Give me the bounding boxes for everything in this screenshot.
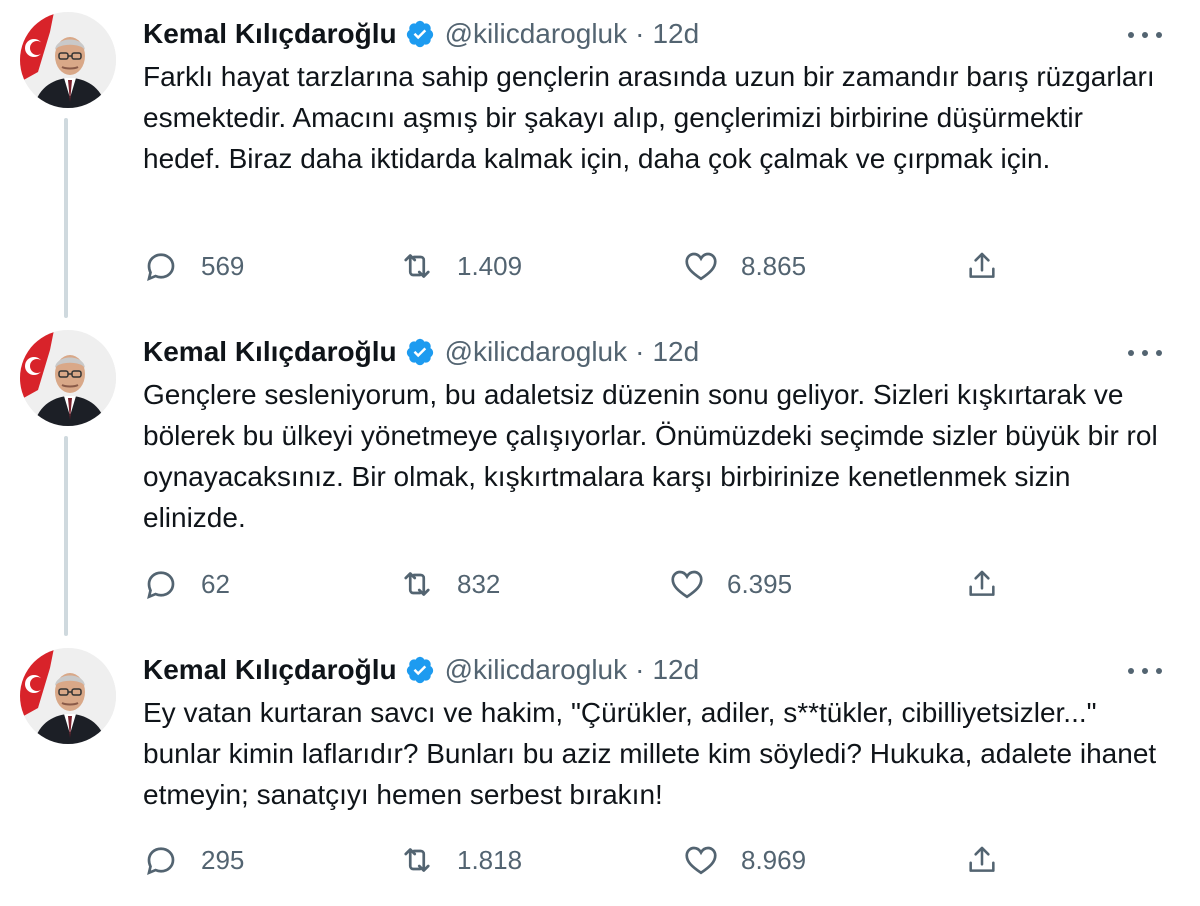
tweet-actions: 295 1.818 8.969 <box>143 840 1023 880</box>
like-icon <box>685 252 717 281</box>
reply-count: 295 <box>201 844 245 875</box>
more-options-icon[interactable] <box>1128 342 1162 362</box>
reply-count: 62 <box>201 568 230 599</box>
author-name[interactable]: Kemal Kılıçdaroğlu <box>143 336 397 368</box>
share-icon <box>969 252 995 278</box>
share-icon <box>969 846 995 872</box>
reply-icon <box>147 253 175 281</box>
reply-icon <box>147 847 175 875</box>
avatar[interactable] <box>20 12 116 108</box>
tweet-timestamp[interactable]: 12d <box>652 654 699 686</box>
like-count: 8.865 <box>741 250 807 281</box>
separator-dot: · <box>635 336 645 367</box>
retweet-count: 1.818 <box>457 844 523 875</box>
share-button[interactable] <box>965 246 999 286</box>
like-icon <box>685 846 717 875</box>
avatar[interactable] <box>20 330 116 426</box>
reply-button[interactable]: 569 <box>143 246 244 286</box>
tweet-text: Gençlere sesleniyorum, bu adaletsiz düze… <box>143 379 1158 533</box>
tweet-timestamp[interactable]: 12d <box>652 336 699 368</box>
like-count: 8.969 <box>741 844 807 875</box>
reply-icon <box>147 571 175 599</box>
reply-count: 569 <box>201 250 245 281</box>
tweet-header: Kemal Kılıçdaroğlu @kilicdarogluk · 12d <box>143 652 699 688</box>
retweet-button[interactable]: 832 <box>399 564 500 604</box>
author-handle[interactable]: @kilicdarogluk <box>445 336 628 368</box>
retweet-icon <box>404 254 430 278</box>
tweet-header: Kemal Kılıçdaroğlu @kilicdarogluk · 12d <box>143 334 699 370</box>
retweet-button[interactable]: 1.409 <box>399 246 522 286</box>
like-button[interactable]: 8.865 <box>683 246 806 286</box>
more-options-icon[interactable] <box>1128 24 1162 44</box>
tweet[interactable]: Kemal Kılıçdaroğlu @kilicdarogluk · 12d … <box>0 636 1200 906</box>
share-icon <box>969 570 995 596</box>
verified-badge-icon <box>405 655 435 685</box>
avatar[interactable] <box>20 648 116 744</box>
author-handle[interactable]: @kilicdarogluk <box>445 18 628 50</box>
tweet-header: Kemal Kılıçdaroğlu @kilicdarogluk · 12d <box>143 16 699 52</box>
verified-badge-icon <box>405 337 435 367</box>
author-name[interactable]: Kemal Kılıçdaroğlu <box>143 18 397 50</box>
share-button[interactable] <box>965 564 999 604</box>
tweet-actions: 62 832 6.395 <box>143 564 1023 604</box>
author-handle[interactable]: @kilicdarogluk <box>445 654 628 686</box>
like-button[interactable]: 8.969 <box>683 840 806 880</box>
like-icon <box>671 570 703 599</box>
reply-button[interactable]: 295 <box>143 840 244 880</box>
retweet-icon <box>404 572 430 596</box>
tweet[interactable]: Kemal Kılıçdaroğlu @kilicdarogluk · 12d … <box>0 0 1200 318</box>
reply-button[interactable]: 62 <box>143 564 230 604</box>
tweet-text: Farklı hayat tarzlarına sahip gençlerin … <box>143 61 1155 174</box>
retweet-count: 832 <box>457 568 501 599</box>
retweet-count: 1.409 <box>457 250 523 281</box>
share-button[interactable] <box>965 840 999 880</box>
more-options-icon[interactable] <box>1128 660 1162 680</box>
tweet-timestamp[interactable]: 12d <box>652 18 699 50</box>
separator-dot: · <box>635 18 645 49</box>
tweet[interactable]: Kemal Kılıçdaroğlu @kilicdarogluk · 12d … <box>0 318 1200 636</box>
tweet-text: Ey vatan kurtaran savcı ve hakim, "Çürük… <box>143 697 1157 810</box>
like-button[interactable]: 6.395 <box>669 564 792 604</box>
author-name[interactable]: Kemal Kılıçdaroğlu <box>143 654 397 686</box>
retweet-button[interactable]: 1.818 <box>399 840 522 880</box>
verified-badge-icon <box>405 19 435 49</box>
tweet-actions: 569 1.409 8.865 <box>143 246 1023 286</box>
retweet-icon <box>404 848 430 872</box>
like-count: 6.395 <box>727 568 793 599</box>
separator-dot: · <box>635 654 645 685</box>
